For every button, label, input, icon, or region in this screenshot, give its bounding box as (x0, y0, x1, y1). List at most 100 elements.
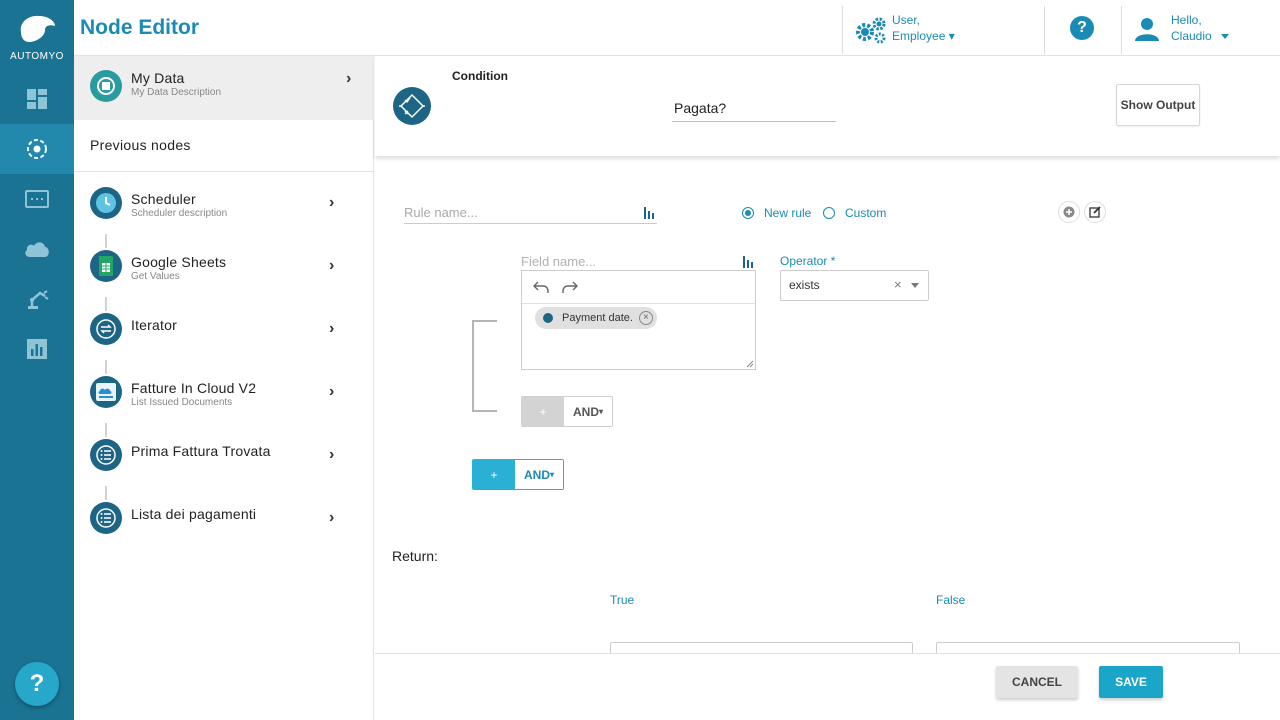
clear-icon[interactable]: × (894, 277, 902, 292)
node-connector (105, 486, 107, 500)
variable-picker-icon[interactable] (643, 207, 655, 219)
true-label: True (610, 593, 635, 607)
node-subtitle: List Issued Documents (131, 397, 233, 408)
edit-icon[interactable] (1084, 201, 1106, 223)
node-connector (105, 360, 107, 374)
false-label: False (936, 593, 966, 607)
chevron-right-icon: › (346, 70, 352, 87)
help-icon[interactable]: ? (1070, 16, 1094, 40)
robot-arm-icon[interactable] (0, 274, 74, 324)
greeting-text: Hello, (1171, 13, 1202, 27)
header-divider (842, 6, 843, 54)
my-data-subtitle: My Data Description (131, 87, 222, 98)
gears-icon (856, 17, 886, 44)
operator-label: Operator * (780, 254, 836, 268)
automyo-logo: AUTOMYO (0, 0, 74, 70)
undo-icon[interactable] (533, 280, 549, 294)
database-icon (90, 70, 122, 102)
custom-radio[interactable] (823, 207, 835, 219)
node-title: Iterator (131, 317, 177, 333)
my-data-item[interactable]: My Data My Data Description › (74, 56, 374, 120)
divider (74, 171, 374, 172)
redo-icon[interactable] (562, 280, 578, 294)
chevron-right-icon: › (329, 383, 335, 400)
node-item-lista-dei-pagamenti[interactable]: Lista dei pagamenti › (74, 501, 374, 549)
dashboard-icon[interactable] (0, 74, 74, 124)
node-connector (105, 423, 107, 437)
field-chip-label: Payment date. (562, 312, 633, 324)
new-rule-radio[interactable] (742, 207, 754, 219)
operator-value: exists (789, 278, 820, 292)
nodes-icon[interactable] (0, 124, 74, 174)
outer-rule-buttons: + AND ▾ (472, 459, 565, 490)
node-item-google-sheets[interactable]: Google Sheets Get Values › (74, 249, 374, 297)
add-condition-button[interactable]: + (522, 397, 564, 426)
chart-icon[interactable] (0, 324, 74, 374)
cancel-button[interactable]: CANCEL (996, 666, 1078, 698)
node-connector (105, 234, 107, 248)
clock-icon (90, 187, 122, 219)
user-menu[interactable]: Hello, Claudio (1134, 13, 1274, 46)
add-group-button[interactable]: + (473, 460, 515, 489)
chevron-right-icon: › (329, 257, 335, 274)
custom-label: Custom (845, 206, 887, 220)
loop-icon (90, 313, 122, 345)
node-title: Scheduler (131, 191, 196, 207)
header-divider (1044, 6, 1045, 54)
operator-select[interactable]: exists (780, 270, 929, 301)
chevron-down-icon (1221, 34, 1229, 39)
my-data-title: My Data (131, 70, 185, 86)
page-title: Node Editor (80, 16, 199, 39)
node-item-iterator[interactable]: Iterator › (74, 312, 374, 360)
node-item-prima-fattura-trovata[interactable]: Prima Fattura Trovata › (74, 438, 374, 486)
field-toolbar (522, 271, 755, 304)
node-panel: My Data My Data Description › Previous n… (74, 56, 374, 720)
field-name-label: Field name... (521, 254, 597, 269)
node-title: Prima Fattura Trovata (131, 443, 271, 459)
header-divider (1121, 6, 1122, 54)
chevron-down-icon[interactable] (911, 283, 919, 288)
resize-handle-icon[interactable] (746, 360, 754, 368)
footer-bar: CANCEL SAVE (375, 653, 1280, 720)
chevron-right-icon: › (329, 446, 335, 463)
variable-picker-icon[interactable] (742, 256, 754, 268)
node-item-fatture-in-cloud[interactable]: Fatture In Cloud V2 List Issued Document… (74, 375, 374, 423)
list-icon (90, 502, 122, 534)
rule-name-input[interactable]: Rule name... (404, 205, 657, 224)
show-output-button[interactable]: Show Output (1116, 84, 1200, 126)
inner-and-dropdown[interactable]: AND ▾ (564, 397, 613, 426)
top-header: Node Editor User, Employee ▾ ? Hello, Cl… (74, 0, 1280, 56)
node-connector (105, 297, 107, 311)
field-name-input[interactable]: Payment date. × (521, 270, 756, 370)
previous-nodes-title: Previous nodes (90, 137, 191, 153)
field-chip[interactable]: Payment date. × (535, 307, 657, 329)
role-value: Employee ▾ (892, 29, 955, 43)
condition-name-field[interactable]: Pagata? (672, 100, 836, 122)
chevron-right-icon: › (329, 194, 335, 211)
terminal-icon[interactable] (0, 174, 74, 224)
node-subtitle: Scheduler description (131, 208, 228, 219)
cloud-icon[interactable] (0, 224, 74, 274)
sheets-icon (90, 250, 122, 282)
node-item-scheduler[interactable]: Scheduler Scheduler description › (74, 186, 374, 234)
condition-label: Condition (452, 69, 508, 83)
inner-rule-buttons: + AND ▾ (521, 396, 614, 427)
node-title: Lista dei pagamenti (131, 506, 257, 522)
chevron-right-icon: › (329, 320, 335, 337)
node-subtitle: Get Values (131, 271, 180, 282)
group-bracket (472, 320, 497, 412)
node-title: Fatture In Cloud V2 (131, 380, 257, 396)
new-rule-label: New rule (764, 206, 812, 220)
user-icon (1135, 18, 1159, 41)
remove-chip-icon[interactable]: × (638, 311, 653, 325)
chevron-right-icon: › (329, 509, 335, 526)
help-button[interactable]: ? (15, 662, 59, 706)
save-button[interactable]: SAVE (1099, 666, 1163, 698)
return-label: Return: (392, 548, 438, 564)
cloud-doc-icon (90, 376, 122, 408)
outer-and-dropdown[interactable]: AND ▾ (515, 460, 564, 489)
add-rule-icon[interactable] (1058, 201, 1080, 223)
role-menu[interactable]: User, Employee ▾ (852, 13, 1042, 44)
user-name: Claudio (1171, 29, 1212, 43)
node-title: Google Sheets (131, 254, 227, 270)
